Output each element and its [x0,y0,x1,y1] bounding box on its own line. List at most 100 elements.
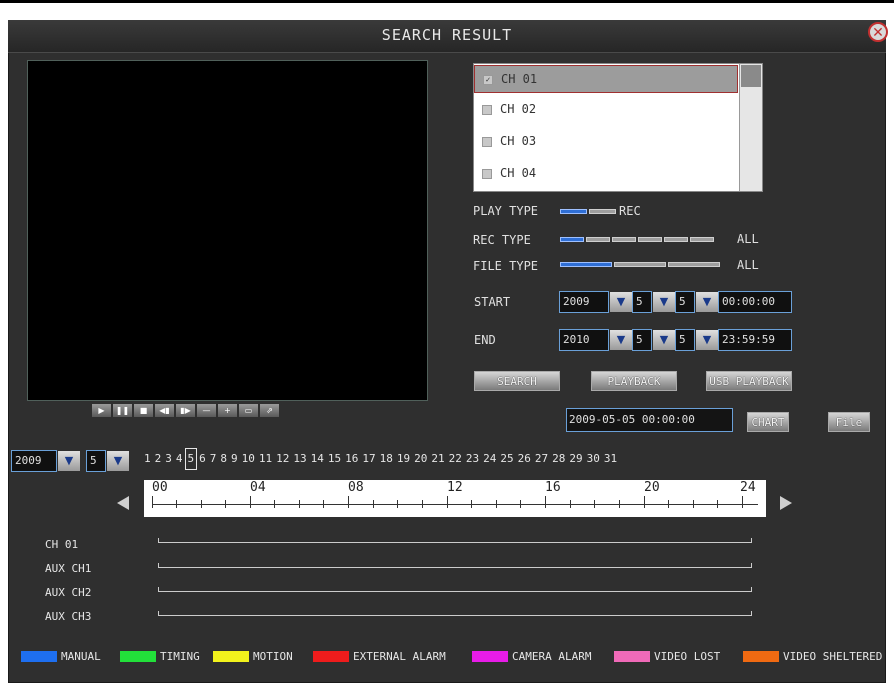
chevron-down-icon[interactable]: ▼ [610,292,632,312]
calendar-year-field[interactable]: 2009 [11,450,57,472]
current-time-field[interactable]: 2009-05-05 00:00:00 [566,408,733,432]
zoom-icon[interactable]: ⇗ [260,404,279,417]
track-bar[interactable] [158,587,752,592]
day-item[interactable]: 14 [309,448,326,470]
start-day-field[interactable]: 5 [675,291,695,313]
day-item[interactable]: 28 [550,448,567,470]
usb-playback-button[interactable]: USB PLAYBACK [706,371,792,391]
day-item[interactable]: 25 [498,448,515,470]
checkbox-icon[interactable]: ✓ [483,75,493,85]
scrollbar-thumb[interactable] [741,65,761,87]
channel-item[interactable]: CH 03 [474,128,738,156]
day-item[interactable]: 20 [412,448,429,470]
day-item[interactable]: 1 [142,448,153,470]
day-item[interactable]: 3 [163,448,174,470]
day-item[interactable]: 2 [153,448,164,470]
pause-icon[interactable]: ❚❚ [113,404,132,417]
day-item[interactable]: 10 [240,448,257,470]
day-item[interactable]: 12 [274,448,291,470]
track-bar[interactable] [158,563,752,568]
fast-icon[interactable]: + [218,404,237,417]
track-bar[interactable] [158,538,752,543]
end-day-field[interactable]: 5 [675,329,695,351]
close-icon[interactable]: ✕ [868,22,888,42]
rec-type-segment[interactable] [638,237,662,242]
timeline-tick [520,500,521,508]
timeline-tick [152,496,153,508]
checkbox-icon[interactable] [482,105,492,115]
day-item[interactable]: 23 [464,448,481,470]
top-border [0,0,894,3]
slow-icon[interactable]: — [197,404,216,417]
chevron-down-icon[interactable]: ▼ [696,330,718,350]
channel-item[interactable]: CH 04 [474,160,738,188]
end-time-field[interactable]: 23:59:59 [718,329,792,351]
channel-item[interactable]: ✓ CH 01 [474,65,738,93]
day-item[interactable]: 22 [447,448,464,470]
track-bar[interactable] [158,611,752,616]
file-button[interactable]: File [828,412,870,432]
timeline-ruler[interactable]: 00 04 08 12 16 20 24 [144,480,766,517]
start-time-field[interactable]: 00:00:00 [718,291,792,313]
chevron-down-icon[interactable]: ▼ [653,292,675,312]
day-item[interactable]: 24 [481,448,498,470]
day-item[interactable]: 4 [174,448,185,470]
chevron-down-icon[interactable]: ▼ [58,451,80,471]
file-type-segment[interactable] [668,262,720,267]
end-year-field[interactable]: 2010 [559,329,609,351]
day-item[interactable]: 8 [218,448,229,470]
day-item[interactable]: 17 [360,448,377,470]
play-type-segment[interactable] [560,209,587,214]
day-item[interactable]: 30 [585,448,602,470]
rec-type-segment[interactable] [612,237,636,242]
chevron-down-icon[interactable]: ▼ [610,330,632,350]
play-type-segment[interactable] [589,209,616,214]
checkbox-icon[interactable] [482,169,492,179]
prev-frame-icon[interactable]: ◀▮ [155,404,174,417]
channel-item[interactable]: CH 02 [474,96,738,124]
next-frame-icon[interactable]: ▮▶ [176,404,195,417]
scrollbar[interactable] [739,64,762,191]
day-item[interactable]: 7 [208,448,219,470]
chevron-down-icon[interactable]: ▼ [653,330,675,350]
arrow-left-icon[interactable] [117,496,129,510]
day-item[interactable]: 26 [516,448,533,470]
day-item[interactable]: 15 [326,448,343,470]
start-year-field[interactable]: 2009 [559,291,609,313]
day-item[interactable]: 18 [378,448,395,470]
day-item-selected[interactable]: 5 [184,448,198,470]
calendar-month-field[interactable]: 5 [86,450,106,472]
day-item[interactable]: 27 [533,448,550,470]
day-item[interactable]: 13 [291,448,308,470]
rec-type-segment[interactable] [560,237,584,242]
legend-swatch [313,650,349,662]
legend-swatch [120,650,156,662]
rec-type-segment[interactable] [586,237,610,242]
chart-button[interactable]: CHART [747,412,789,432]
day-item[interactable]: 19 [395,448,412,470]
legend-video-lost: VIDEO LOST [614,648,720,664]
day-item[interactable]: 31 [602,448,619,470]
day-item[interactable]: 6 [197,448,208,470]
chevron-down-icon[interactable]: ▼ [696,292,718,312]
day-item[interactable]: 9 [229,448,240,470]
file-type-segment[interactable] [614,262,666,267]
chevron-down-icon[interactable]: ▼ [107,451,129,471]
end-month-field[interactable]: 5 [632,329,652,351]
checkbox-icon[interactable] [482,137,492,147]
day-item[interactable]: 21 [429,448,446,470]
rec-type-segment[interactable] [690,237,714,242]
day-item[interactable]: 11 [257,448,274,470]
fullscreen-icon[interactable]: ▭ [239,404,258,417]
day-item[interactable]: 29 [567,448,584,470]
search-button[interactable]: SEARCH [474,371,560,391]
playback-button[interactable]: PLAYBACK [591,371,677,391]
stop-icon[interactable]: ■ [134,404,153,417]
arrow-right-icon[interactable] [780,496,792,510]
timeline-tick [373,500,374,508]
play-icon[interactable]: ▶ [92,404,111,417]
file-type-segment[interactable] [560,262,612,267]
rec-type-segment[interactable] [664,237,688,242]
day-item[interactable]: 16 [343,448,360,470]
start-month-field[interactable]: 5 [632,291,652,313]
